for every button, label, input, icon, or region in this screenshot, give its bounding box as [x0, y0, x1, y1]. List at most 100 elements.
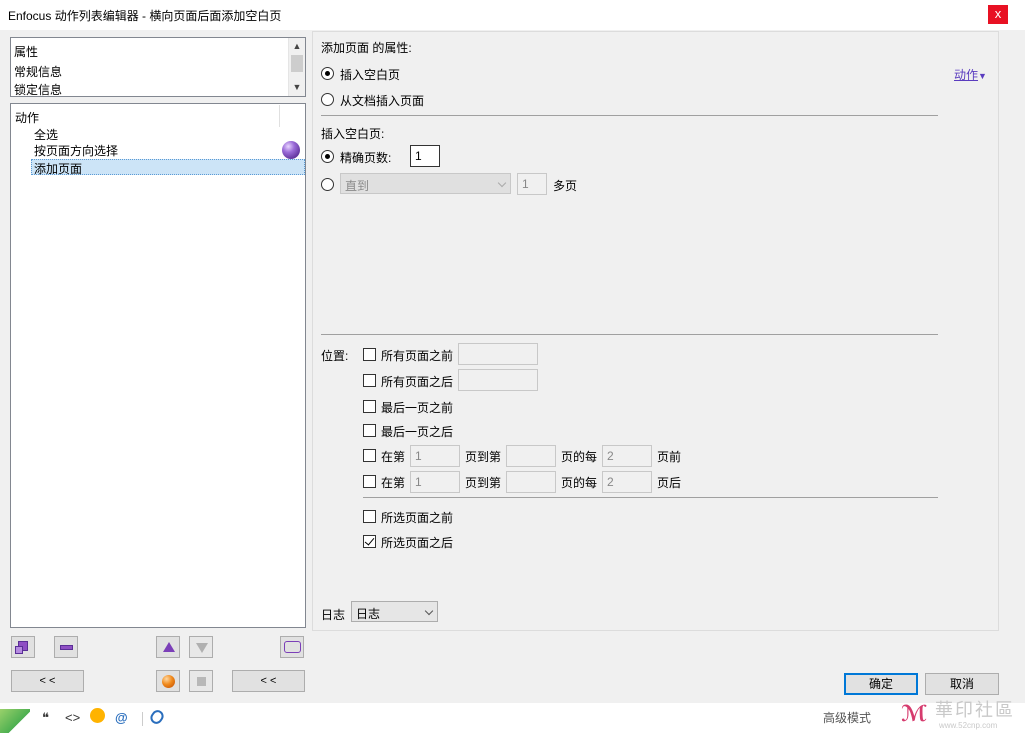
- list-item-properties[interactable]: 属性: [14, 43, 38, 60]
- emoji-icon[interactable]: [90, 708, 105, 723]
- action-item-select-by-orientation[interactable]: 按页面方向选择: [34, 142, 118, 159]
- cancel-button[interactable]: 取消: [925, 673, 999, 695]
- glasses-icon: [284, 641, 301, 653]
- at-icon[interactable]: @: [115, 710, 128, 725]
- before-last-label: 最后一页之前: [381, 401, 454, 415]
- after-all-input[interactable]: [458, 369, 538, 391]
- status-ball-icon: [282, 141, 300, 159]
- action-item-select-all[interactable]: 全选: [34, 126, 58, 143]
- minus-icon: [60, 645, 73, 650]
- before-all-label: 所有页面之前: [381, 349, 454, 363]
- insert-from-document-radio[interactable]: [321, 93, 334, 106]
- until-radio[interactable]: [321, 178, 334, 191]
- run-button[interactable]: [156, 670, 180, 692]
- before-all-input[interactable]: [458, 343, 538, 365]
- move-up-button[interactable]: [156, 636, 180, 658]
- range-before-suffix: 页前: [657, 450, 682, 464]
- advanced-mode-link[interactable]: 高级模式: [823, 709, 871, 726]
- exact-pages-radio[interactable]: [321, 150, 334, 163]
- chevron-down-icon: [424, 606, 434, 616]
- ok-button[interactable]: 确定: [844, 673, 918, 695]
- range-after-to-label: 页到第: [465, 476, 502, 490]
- exact-pages-label: 精确页数:: [340, 151, 392, 165]
- log-label: 日志: [321, 608, 346, 622]
- column-divider: [279, 105, 280, 127]
- until-combo[interactable]: 直到: [340, 173, 511, 194]
- selected-action-row[interactable]: 添加页面: [31, 159, 305, 176]
- collapse-left-button[interactable]: < <: [11, 670, 84, 692]
- close-button[interactable]: x: [988, 5, 1008, 24]
- divider: [321, 115, 938, 116]
- until-combo-value: 直到: [345, 179, 370, 193]
- preview-button[interactable]: [280, 636, 304, 658]
- duplicate-action-button[interactable]: [11, 636, 35, 658]
- move-down-button[interactable]: [189, 636, 213, 658]
- position-label: 位置:: [321, 349, 349, 363]
- properties-panel: 添加页面 的属性: 动作▼ 插入空白页 从文档插入页面 插入空白页: 精确页数:…: [312, 31, 999, 631]
- range-before-to-input[interactable]: [506, 445, 556, 467]
- before-selected-label: 所选页面之前: [381, 511, 454, 525]
- actions-header: 动作: [15, 111, 40, 125]
- multi-pages-label: 多页: [553, 179, 578, 193]
- exact-pages-input[interactable]: 1: [410, 145, 440, 167]
- after-selected-checkbox[interactable]: [363, 535, 376, 548]
- properties-scrollbar[interactable]: ▲ ▼: [288, 38, 305, 96]
- code-icon[interactable]: <>: [65, 710, 80, 725]
- until-pages-input[interactable]: 1: [517, 173, 547, 195]
- before-all-checkbox[interactable]: [363, 348, 376, 361]
- range-before-checkbox[interactable]: [363, 449, 376, 462]
- watermark-text: 華印社區: [935, 700, 1015, 720]
- actions-list[interactable]: 动作 全选 按页面方向选择 添加页面: [10, 103, 306, 628]
- range-after-every-input[interactable]: 2: [602, 471, 652, 493]
- background-editor-toolbar: ❝ <> @ 高级模式: [0, 703, 1025, 733]
- divider: [142, 712, 143, 726]
- range-after-from-input[interactable]: 1: [410, 471, 460, 493]
- after-all-label: 所有页面之后: [381, 375, 454, 389]
- dropdown-icon: ▼: [978, 71, 987, 81]
- attachment-icon[interactable]: [148, 707, 166, 727]
- range-before-at-label: 在第: [381, 450, 406, 464]
- insert-from-document-label: 从文档插入页面: [340, 94, 425, 108]
- list-item-general-info[interactable]: 常规信息: [14, 63, 62, 80]
- chevron-down-icon: [497, 178, 507, 188]
- range-after-at-label: 在第: [381, 476, 406, 490]
- range-after-checkbox[interactable]: [363, 475, 376, 488]
- actions-menu-link[interactable]: 动作▼: [954, 66, 987, 83]
- before-last-checkbox[interactable]: [363, 400, 376, 413]
- insert-blank-section-label: 插入空白页:: [321, 127, 385, 141]
- range-before-every-label: 页的每: [561, 450, 598, 464]
- properties-list[interactable]: 属性 常规信息 锁定信息 ▲ ▼: [10, 37, 306, 97]
- range-before-from-input[interactable]: 1: [410, 445, 460, 467]
- remove-action-button[interactable]: [54, 636, 78, 658]
- range-after-every-label: 页的每: [561, 476, 598, 490]
- quote-icon[interactable]: ❝: [42, 710, 49, 726]
- watermark-logo-icon: ℳ: [901, 701, 928, 726]
- after-all-checkbox[interactable]: [363, 374, 376, 387]
- chevron-down-icon[interactable]: ▼: [289, 79, 305, 95]
- panel-header: 添加页面 的属性:: [321, 41, 412, 55]
- range-before-every-input[interactable]: 2: [602, 445, 652, 467]
- leaf-icon: [0, 709, 30, 733]
- collapse-right-button[interactable]: < <: [232, 670, 305, 692]
- watermark: ℳ 華印社區 www.52cnp.com: [895, 693, 1025, 733]
- divider: [363, 497, 938, 498]
- stop-button[interactable]: [189, 670, 213, 692]
- after-last-label: 最后一页之后: [381, 425, 454, 439]
- action-item-add-pages: 添加页面: [34, 162, 83, 176]
- range-after-to-input[interactable]: [506, 471, 556, 493]
- range-after-suffix: 页后: [657, 476, 682, 490]
- log-combo[interactable]: 日志: [351, 601, 438, 622]
- window-title: Enfocus 动作列表编辑器 - 横向页面后面添加空白页: [8, 9, 282, 23]
- actions-menu-label: 动作: [954, 68, 979, 82]
- triangle-up-icon: [163, 642, 175, 652]
- watermark-url: www.52cnp.com: [939, 721, 998, 730]
- insert-blank-radio[interactable]: [321, 67, 334, 80]
- chevron-up-icon[interactable]: ▲: [289, 38, 305, 54]
- after-last-checkbox[interactable]: [363, 424, 376, 437]
- log-combo-value: 日志: [356, 607, 381, 621]
- before-selected-checkbox[interactable]: [363, 510, 376, 523]
- scrollbar-thumb[interactable]: [291, 55, 303, 72]
- stop-icon: [197, 677, 206, 686]
- divider: [321, 334, 938, 335]
- list-item-lock-info[interactable]: 锁定信息: [14, 81, 62, 98]
